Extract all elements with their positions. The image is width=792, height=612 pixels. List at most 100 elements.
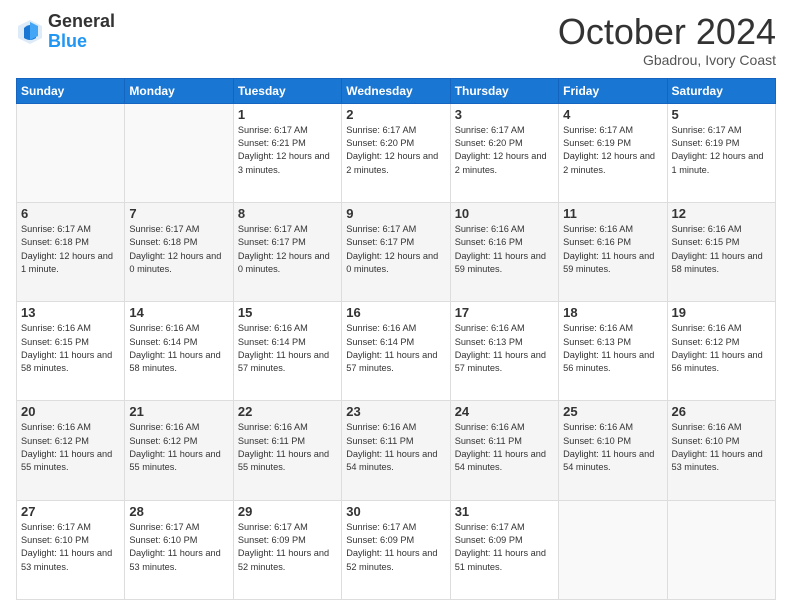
cell-info: Sunrise: 6:17 AMSunset: 6:21 PMDaylight:… <box>238 124 337 177</box>
cell-info: Sunrise: 6:16 AMSunset: 6:13 PMDaylight:… <box>455 322 554 375</box>
cell-info: Sunrise: 6:17 AMSunset: 6:19 PMDaylight:… <box>672 124 771 177</box>
calendar-cell: 14 Sunrise: 6:16 AMSunset: 6:14 PMDayligh… <box>125 302 233 401</box>
cell-info: Sunrise: 6:16 AMSunset: 6:16 PMDaylight:… <box>563 223 662 276</box>
cell-info: Sunrise: 6:17 AMSunset: 6:18 PMDaylight:… <box>21 223 120 276</box>
calendar-week-row: 13Sunrise: 6:16 AMSunset: 6:15 PMDayligh… <box>17 302 776 401</box>
weekday-header-row: SundayMondayTuesdayWednesdayThursdayFrid… <box>17 78 776 103</box>
calendar-cell: 30Sunrise: 6:17 AMSunset: 6:09 PMDayligh… <box>342 500 450 599</box>
day-number: 11 <box>563 206 662 221</box>
day-number: 18 <box>563 305 662 320</box>
calendar-cell: 2Sunrise: 6:17 AMSunset: 6:20 PMDaylight… <box>342 103 450 202</box>
logo-icon <box>16 18 44 46</box>
cell-info: Sunrise: 6:17 AMSunset: 6:17 PMDaylight:… <box>238 223 337 276</box>
calendar-cell: 3Sunrise: 6:17 AMSunset: 6:20 PMDaylight… <box>450 103 558 202</box>
cell-info: Sunrise: 6:16 AMSunset: 6:15 PMDaylight:… <box>672 223 771 276</box>
calendar-cell: 13Sunrise: 6:16 AMSunset: 6:15 PMDayligh… <box>17 302 125 401</box>
weekday-header-thursday: Thursday <box>450 78 558 103</box>
day-number: 17 <box>455 305 554 320</box>
cell-info: Sunrise: 6:16 AMSunset: 6:15 PMDaylight:… <box>21 322 120 375</box>
calendar-cell: 31 Sunrise: 6:17 AMSunset: 6:09 PMDayligh… <box>450 500 558 599</box>
day-number: 31 <box>455 504 554 519</box>
calendar-cell: 23 Sunrise: 6:16 AMSunset: 6:11 PMDayligh… <box>342 401 450 500</box>
cell-info: Sunrise: 6:16 AMSunset: 6:11 PMDaylight:… <box>455 421 554 474</box>
day-number: 21 <box>129 404 228 419</box>
calendar-cell: 25Sunrise: 6:16 AMSunset: 6:10 PMDayligh… <box>559 401 667 500</box>
calendar-cell: 17 Sunrise: 6:16 AMSunset: 6:13 PMDayligh… <box>450 302 558 401</box>
day-number: 1 <box>238 107 337 122</box>
calendar-cell: 28Sunrise: 6:17 AMSunset: 6:10 PMDayligh… <box>125 500 233 599</box>
weekday-header-wednesday: Wednesday <box>342 78 450 103</box>
calendar-cell: 22 Sunrise: 6:16 AMSunset: 6:11 PMDayligh… <box>233 401 341 500</box>
calendar-cell: 15 Sunrise: 6:16 AMSunset: 6:14 PMDayligh… <box>233 302 341 401</box>
weekday-header-monday: Monday <box>125 78 233 103</box>
cell-info: Sunrise: 6:17 AMSunset: 6:10 PMDaylight:… <box>21 521 120 574</box>
calendar-cell: 29Sunrise: 6:17 AMSunset: 6:09 PMDayligh… <box>233 500 341 599</box>
day-number: 7 <box>129 206 228 221</box>
day-number: 6 <box>21 206 120 221</box>
day-number: 19 <box>672 305 771 320</box>
day-number: 24 <box>455 404 554 419</box>
cell-info: Sunrise: 6:16 AMSunset: 6:13 PMDaylight:… <box>563 322 662 375</box>
cell-info: Sunrise: 6:17 AMSunset: 6:17 PMDaylight:… <box>346 223 445 276</box>
calendar-cell: 26 Sunrise: 6:16 AMSunset: 6:10 PMDayligh… <box>667 401 775 500</box>
cell-info: Sunrise: 6:16 AMSunset: 6:11 PMDaylight:… <box>238 421 337 474</box>
cell-info: Sunrise: 6:16 AMSunset: 6:14 PMDaylight:… <box>129 322 228 375</box>
logo-text: General Blue <box>48 12 115 52</box>
cell-info: Sunrise: 6:17 AMSunset: 6:20 PMDaylight:… <box>346 124 445 177</box>
calendar-cell <box>667 500 775 599</box>
calendar-cell <box>17 103 125 202</box>
calendar-cell: 6 Sunrise: 6:17 AMSunset: 6:18 PMDaylight… <box>17 202 125 301</box>
calendar-cell: 8Sunrise: 6:17 AMSunset: 6:17 PMDaylight… <box>233 202 341 301</box>
title-block: October 2024 Gbadrou, Ivory Coast <box>558 12 776 68</box>
day-number: 25 <box>563 404 662 419</box>
calendar-cell: 27Sunrise: 6:17 AMSunset: 6:10 PMDayligh… <box>17 500 125 599</box>
day-number: 23 <box>346 404 445 419</box>
calendar-cell <box>559 500 667 599</box>
calendar-week-row: 1 Sunrise: 6:17 AMSunset: 6:21 PMDaylight… <box>17 103 776 202</box>
cell-info: Sunrise: 6:17 AMSunset: 6:09 PMDaylight:… <box>238 521 337 574</box>
cell-info: Sunrise: 6:17 AMSunset: 6:18 PMDaylight:… <box>129 223 228 276</box>
location: Gbadrou, Ivory Coast <box>558 52 776 68</box>
cell-info: Sunrise: 6:17 AMSunset: 6:09 PMDaylight:… <box>455 521 554 574</box>
calendar-cell <box>125 103 233 202</box>
cell-info: Sunrise: 6:16 AMSunset: 6:14 PMDaylight:… <box>346 322 445 375</box>
calendar-cell: 16 Sunrise: 6:16 AMSunset: 6:14 PMDayligh… <box>342 302 450 401</box>
weekday-header-friday: Friday <box>559 78 667 103</box>
calendar-table: SundayMondayTuesdayWednesdayThursdayFrid… <box>16 78 776 600</box>
month-title: October 2024 <box>558 12 776 52</box>
calendar-cell: 20Sunrise: 6:16 AMSunset: 6:12 PMDayligh… <box>17 401 125 500</box>
day-number: 30 <box>346 504 445 519</box>
calendar-cell: 12 Sunrise: 6:16 AMSunset: 6:15 PMDayligh… <box>667 202 775 301</box>
day-number: 22 <box>238 404 337 419</box>
calendar-week-row: 20Sunrise: 6:16 AMSunset: 6:12 PMDayligh… <box>17 401 776 500</box>
cell-info: Sunrise: 6:17 AMSunset: 6:10 PMDaylight:… <box>129 521 228 574</box>
day-number: 10 <box>455 206 554 221</box>
weekday-header-saturday: Saturday <box>667 78 775 103</box>
calendar-cell: 4Sunrise: 6:17 AMSunset: 6:19 PMDaylight… <box>559 103 667 202</box>
calendar-week-row: 6 Sunrise: 6:17 AMSunset: 6:18 PMDaylight… <box>17 202 776 301</box>
day-number: 12 <box>672 206 771 221</box>
calendar-cell: 10 Sunrise: 6:16 AMSunset: 6:16 PMDayligh… <box>450 202 558 301</box>
cell-info: Sunrise: 6:16 AMSunset: 6:12 PMDaylight:… <box>129 421 228 474</box>
calendar-cell: 11 Sunrise: 6:16 AMSunset: 6:16 PMDayligh… <box>559 202 667 301</box>
day-number: 16 <box>346 305 445 320</box>
calendar-cell: 19 Sunrise: 6:16 AMSunset: 6:12 PMDayligh… <box>667 302 775 401</box>
cell-info: Sunrise: 6:16 AMSunset: 6:12 PMDaylight:… <box>672 322 771 375</box>
weekday-header-sunday: Sunday <box>17 78 125 103</box>
header: General Blue October 2024 Gbadrou, Ivory… <box>16 12 776 68</box>
weekday-header-tuesday: Tuesday <box>233 78 341 103</box>
cell-info: Sunrise: 6:16 AMSunset: 6:14 PMDaylight:… <box>238 322 337 375</box>
day-number: 9 <box>346 206 445 221</box>
day-number: 4 <box>563 107 662 122</box>
page: General Blue October 2024 Gbadrou, Ivory… <box>0 0 792 612</box>
day-number: 15 <box>238 305 337 320</box>
day-number: 26 <box>672 404 771 419</box>
calendar-cell: 9 Sunrise: 6:17 AMSunset: 6:17 PMDaylight… <box>342 202 450 301</box>
cell-info: Sunrise: 6:16 AMSunset: 6:10 PMDaylight:… <box>672 421 771 474</box>
calendar-cell: 1 Sunrise: 6:17 AMSunset: 6:21 PMDaylight… <box>233 103 341 202</box>
cell-info: Sunrise: 6:16 AMSunset: 6:11 PMDaylight:… <box>346 421 445 474</box>
calendar-cell: 7 Sunrise: 6:17 AMSunset: 6:18 PMDaylight… <box>125 202 233 301</box>
cell-info: Sunrise: 6:16 AMSunset: 6:16 PMDaylight:… <box>455 223 554 276</box>
day-number: 14 <box>129 305 228 320</box>
logo: General Blue <box>16 12 115 52</box>
